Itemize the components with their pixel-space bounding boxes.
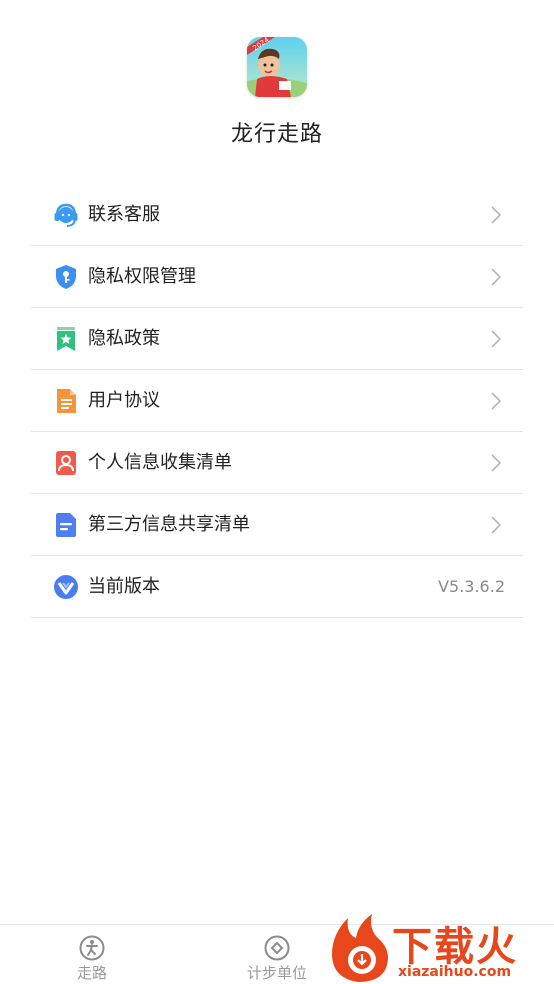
- chevron-right-icon: [491, 454, 502, 472]
- menu-item-user-agreement[interactable]: 用户协议: [31, 370, 523, 432]
- menu-item-label: 用户协议: [88, 390, 160, 411]
- menu-item-personal-info-list[interactable]: 个人信息收集清单: [31, 432, 523, 494]
- menu-item-label: 第三方信息共享清单: [88, 514, 250, 535]
- version-value: V5.3.6.2: [438, 577, 505, 596]
- person-card-icon: [53, 450, 79, 476]
- watermark-brand-en: xiazaihuo.com: [398, 964, 512, 980]
- site-watermark: 下载火 xiazaihuo.com: [326, 906, 554, 984]
- chevron-right-icon: [491, 206, 502, 224]
- flame-logo-icon: [332, 914, 388, 982]
- app-logo: 2024: [247, 37, 307, 97]
- menu-item-label: 个人信息收集清单: [88, 452, 232, 473]
- menu-item-contact-service[interactable]: 联系客服: [31, 184, 523, 246]
- version-icon: [53, 574, 79, 600]
- tab-label: 走路: [76, 964, 107, 982]
- tab-walk[interactable]: 走路: [0, 925, 184, 984]
- headset-icon: [53, 202, 79, 228]
- settings-menu: 联系客服 隐私权限管理 隐私政策 用户协议 个人信息收集清单 第三方信息共享清单…: [31, 184, 523, 618]
- menu-item-current-version: 当前版本 V5.3.6.2: [31, 556, 523, 618]
- file-lines-icon: [53, 512, 79, 538]
- diamond-circle-icon: [264, 935, 290, 961]
- menu-item-label: 联系客服: [88, 204, 160, 225]
- menu-item-label: 隐私权限管理: [88, 266, 196, 287]
- chevron-right-icon: [491, 516, 502, 534]
- menu-item-privacy-policy[interactable]: 隐私政策: [31, 308, 523, 370]
- menu-item-privacy-permissions[interactable]: 隐私权限管理: [31, 246, 523, 308]
- app-header: 2024 龙行走路: [0, 0, 554, 190]
- walking-icon: [79, 935, 105, 961]
- shield-key-icon: [53, 264, 79, 290]
- document-icon: [53, 388, 79, 414]
- chevron-right-icon: [491, 330, 502, 348]
- chevron-right-icon: [491, 268, 502, 286]
- menu-item-third-party-sharing-list[interactable]: 第三方信息共享清单: [31, 494, 523, 556]
- menu-item-label: 当前版本: [88, 576, 160, 597]
- bookmark-star-icon: [53, 326, 79, 352]
- menu-item-label: 隐私政策: [88, 328, 160, 349]
- app-title: 龙行走路: [230, 122, 323, 147]
- chevron-right-icon: [491, 392, 502, 410]
